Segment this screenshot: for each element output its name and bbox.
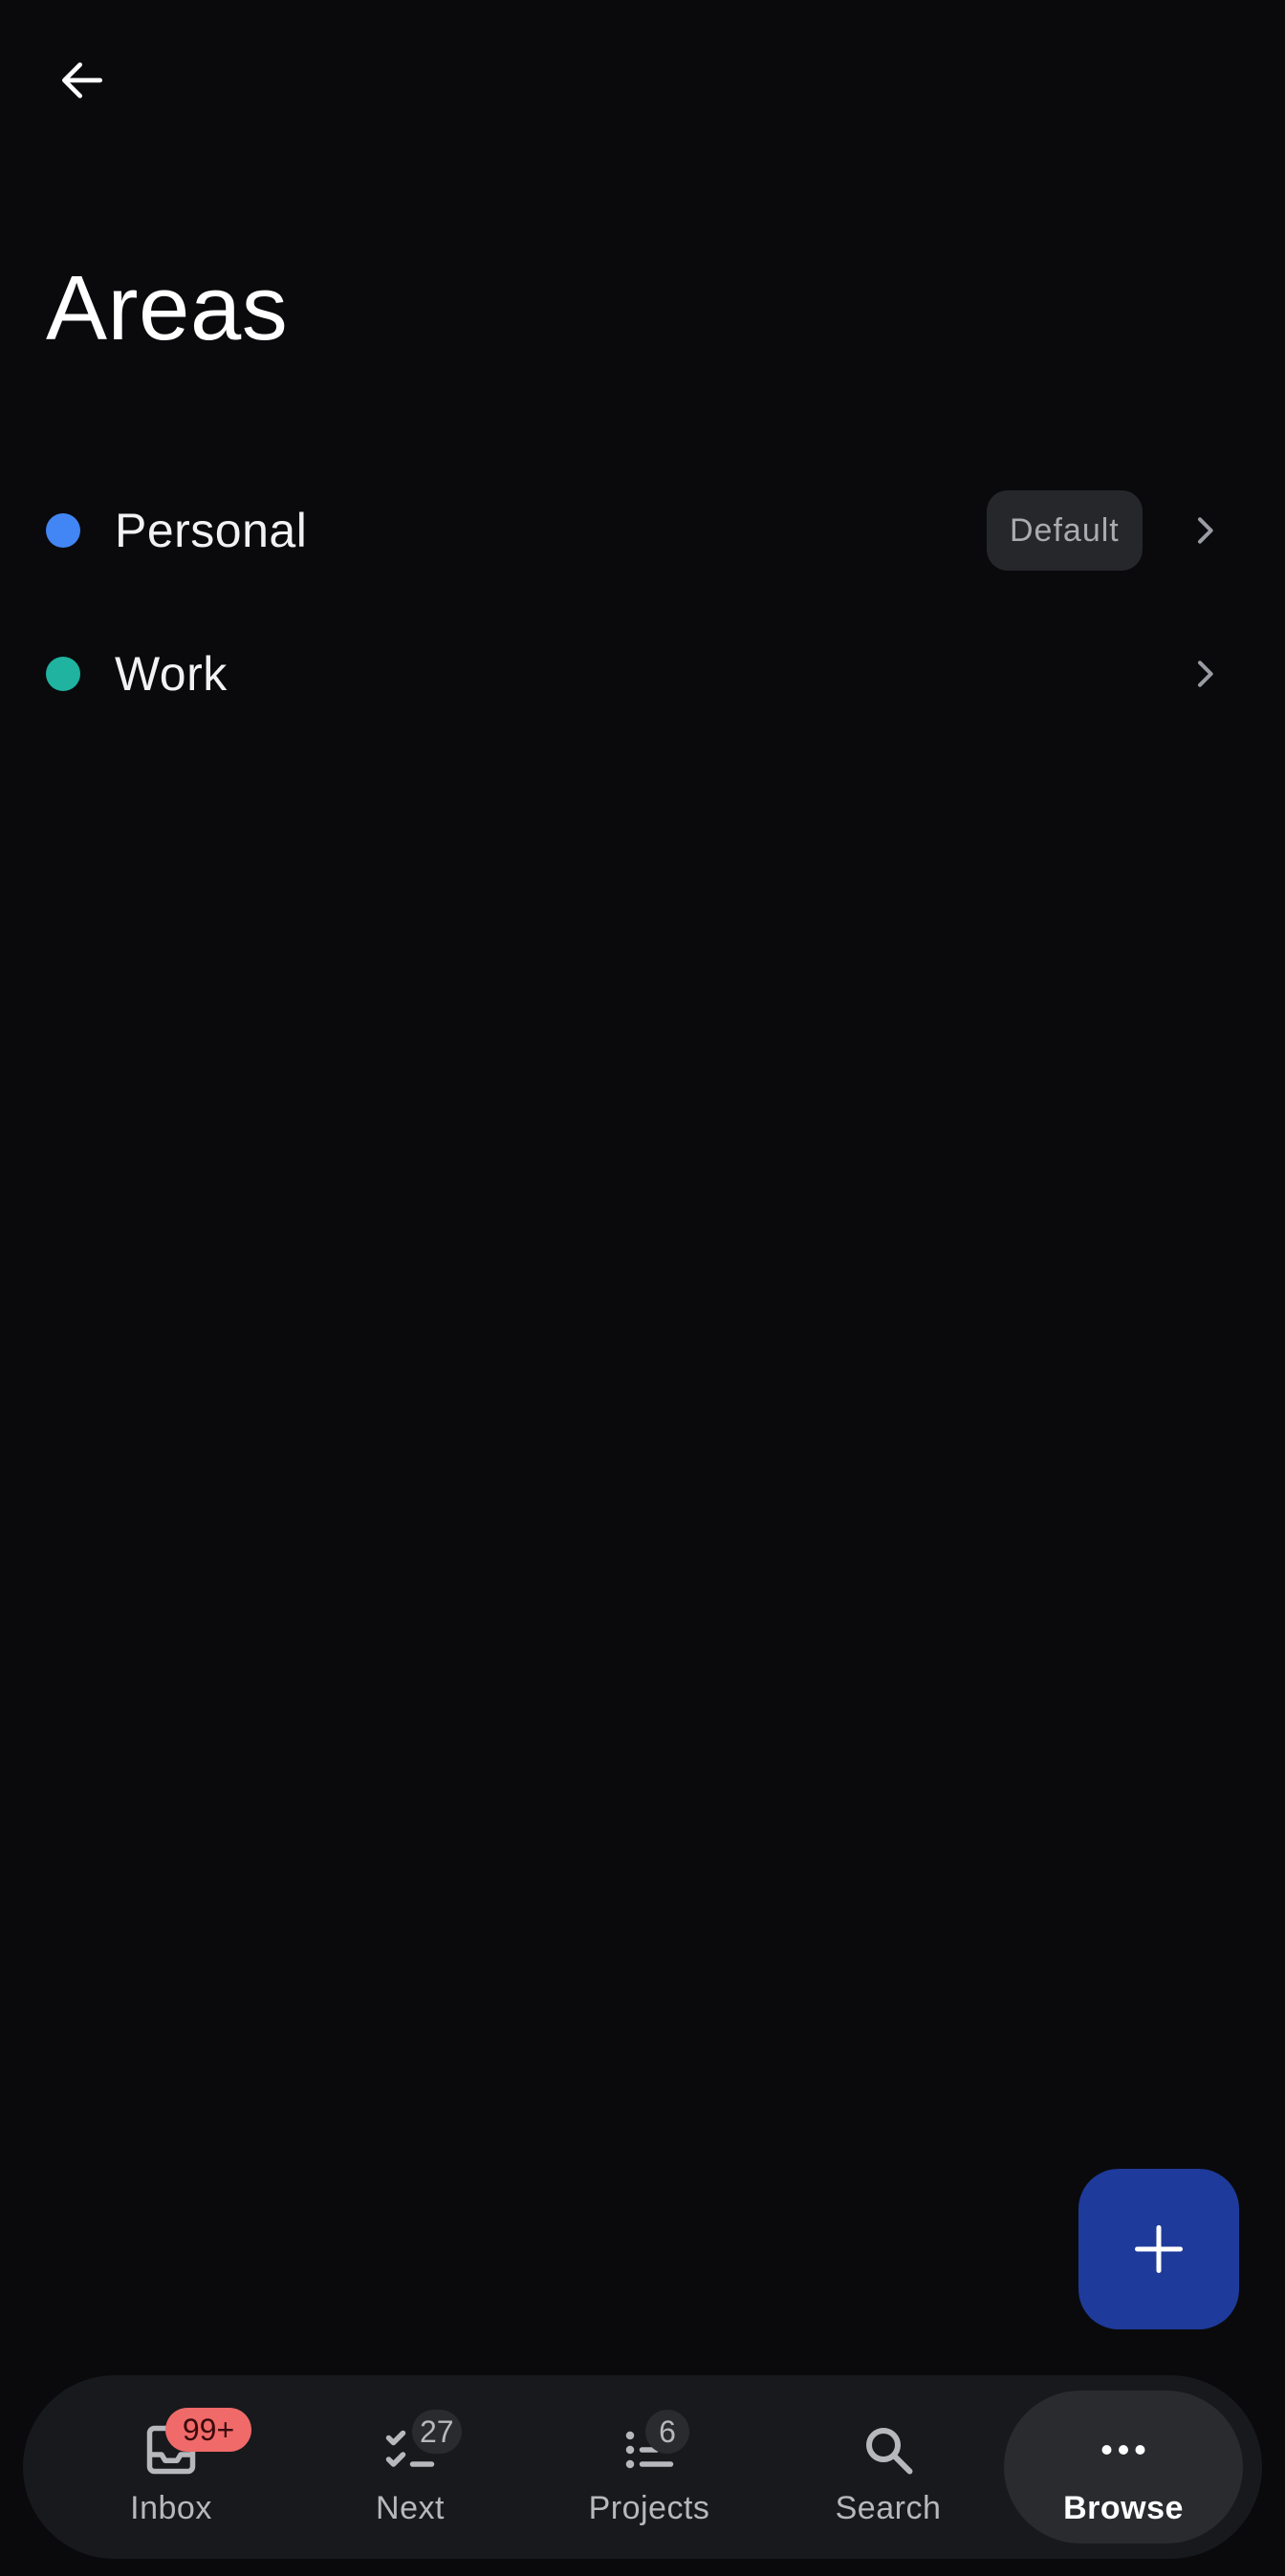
default-badge: Default	[987, 490, 1143, 571]
search-icon	[866, 2428, 913, 2475]
nav-label: Browse	[1063, 2490, 1184, 2526]
nav-label: Next	[376, 2490, 445, 2526]
area-color-dot	[46, 657, 80, 691]
area-label: Work	[115, 647, 228, 701]
nav-label: Inbox	[130, 2490, 212, 2526]
nav-item-projects[interactable]: 6 Projects	[530, 2391, 769, 2544]
bottom-navigation: 99+ Inbox 27 Next 6 Projects Search Brow…	[23, 2375, 1262, 2559]
nav-label: Projects	[588, 2490, 710, 2526]
area-label: Personal	[115, 504, 308, 557]
chevron-right-icon	[1182, 508, 1228, 553]
area-list: Personal Default Work	[0, 459, 1285, 746]
back-button[interactable]	[36, 34, 128, 126]
inbox-count-badge: 99+	[165, 2408, 251, 2452]
plus-icon	[1135, 2225, 1183, 2273]
nav-label: Search	[835, 2490, 942, 2526]
nav-item-browse[interactable]: Browse	[1004, 2391, 1243, 2544]
add-area-button[interactable]	[1078, 2169, 1239, 2329]
nav-item-next[interactable]: 27 Next	[291, 2391, 530, 2544]
area-row-personal[interactable]: Personal Default	[0, 459, 1285, 602]
page-title: Areas	[46, 257, 289, 359]
more-horizontal-icon	[1101, 2445, 1145, 2455]
chevron-right-icon	[1182, 651, 1228, 697]
projects-count-badge: 6	[645, 2410, 689, 2454]
next-count-badge: 27	[412, 2410, 462, 2454]
area-row-work[interactable]: Work	[0, 602, 1285, 746]
nav-item-search[interactable]: Search	[769, 2391, 1008, 2544]
arrow-left-icon	[62, 62, 102, 98]
nav-item-inbox[interactable]: 99+ Inbox	[52, 2391, 291, 2544]
area-color-dot	[46, 513, 80, 548]
areas-screen: Areas Personal Default Work 99+ Inbox 27…	[0, 0, 1285, 2576]
